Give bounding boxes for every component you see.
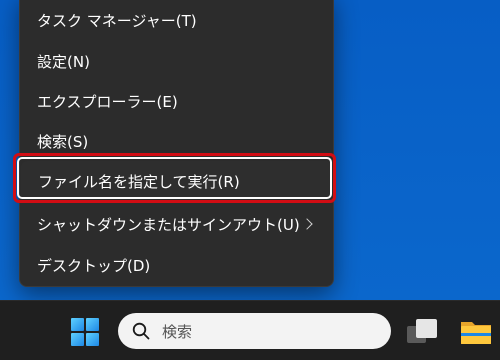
menu-item-search[interactable]: 検索(S) [20, 121, 333, 161]
taskbar-search-box[interactable]: 検索 [118, 313, 391, 349]
menu-item-run[interactable]: ファイル名を指定して実行(R) [21, 161, 332, 201]
menu-item-desktop[interactable]: デスクトップ(D) [20, 245, 333, 285]
task-view-icon [407, 319, 437, 343]
windows-start-icon [71, 318, 99, 346]
start-button[interactable] [66, 313, 102, 349]
file-explorer-icon [461, 322, 491, 344]
search-placeholder: 検索 [162, 323, 193, 341]
taskbar: 検索 [0, 300, 500, 360]
menu-item-label: タスク マネージャー(T) [37, 11, 197, 30]
menu-item-file-explorer[interactable]: エクスプローラー(E) [20, 81, 333, 121]
menu-item-label: ファイル名を指定して実行(R) [38, 172, 240, 191]
menu-item-label: デスクトップ(D) [37, 256, 151, 275]
menu-item-task-manager[interactable]: タスク マネージャー(T) [20, 0, 333, 40]
menu-item-settings[interactable]: 設定(N) [20, 41, 333, 81]
menu-item-label: エクスプローラー(E) [37, 92, 178, 111]
task-view-button[interactable] [404, 315, 440, 347]
winx-context-menu: タスク マネージャー(T) 設定(N) エクスプローラー(E) 検索(S) ファ… [19, 0, 334, 287]
menu-item-label: 設定(N) [37, 52, 90, 71]
menu-item-label: シャットダウンまたはサインアウト(U) [37, 215, 300, 234]
file-explorer-button[interactable] [458, 313, 494, 349]
search-icon [132, 322, 150, 340]
menu-item-label: 検索(S) [37, 132, 89, 151]
menu-item-shutdown-or-sign-out[interactable]: シャットダウンまたはサインアウト(U) [20, 204, 333, 244]
chevron-right-icon [301, 218, 313, 230]
